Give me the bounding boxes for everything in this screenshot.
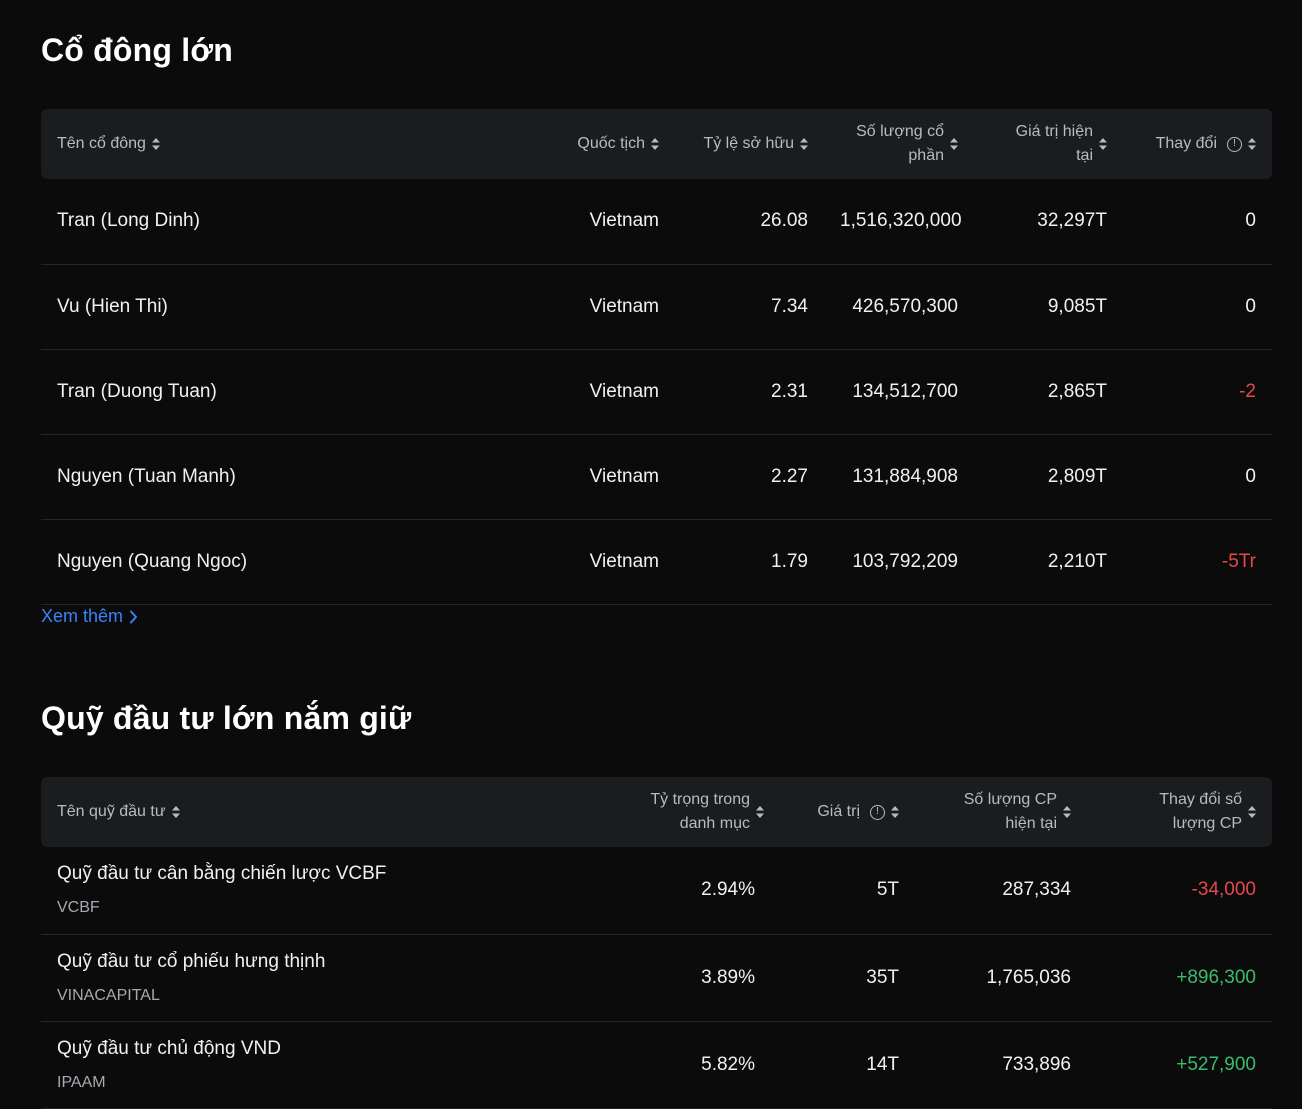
change-value: -2 bbox=[1239, 380, 1256, 402]
fund-manager: IPAAM bbox=[57, 1073, 106, 1091]
fund-cell: Quỹ đầu tư chủ động VND IPAAM bbox=[41, 1021, 614, 1108]
sort-icon bbox=[950, 138, 958, 150]
table-row[interactable]: Tran (Long Dinh) Vietnam 26.08 1,516,320… bbox=[41, 179, 1272, 264]
col-header-current-value[interactable]: Giá trị hiện tại bbox=[974, 109, 1123, 179]
fund-name: Quỹ đầu tư chủ động VND bbox=[57, 1037, 281, 1059]
portfolio-weight: 3.89% bbox=[701, 966, 755, 988]
col-header-nationality[interactable]: Quốc tịch bbox=[537, 109, 675, 179]
info-icon[interactable]: ! bbox=[870, 804, 885, 820]
col-header-fund-value[interactable]: Giá trị! bbox=[771, 777, 915, 847]
sort-icon bbox=[756, 806, 764, 818]
nationality: Vietnam bbox=[589, 295, 659, 317]
shareholder-name: Vu (Hien Thi) bbox=[57, 295, 168, 317]
see-more-link[interactable]: Xem thêm bbox=[41, 606, 138, 627]
col-header-shares-change[interactable]: Thay đổi số lượng CP bbox=[1087, 777, 1272, 847]
change-value: 0 bbox=[1245, 210, 1256, 232]
nationality: Vietnam bbox=[589, 465, 659, 487]
table-row[interactable]: Quỹ đầu tư cân bằng chiến lược VCBF VCBF… bbox=[41, 847, 1272, 934]
share-count: 103,792,209 bbox=[852, 550, 958, 572]
shareholders-table: Tên cổ đông Quốc tịch Tỷ lệ sở hữu Số lư… bbox=[41, 109, 1272, 605]
share-count: 131,884,908 bbox=[852, 465, 958, 487]
change-value: 0 bbox=[1245, 295, 1256, 317]
sort-icon bbox=[1248, 806, 1256, 818]
change-value: 0 bbox=[1245, 465, 1256, 487]
table-row[interactable]: Tran (Duong Tuan) Vietnam 2.31 134,512,7… bbox=[41, 349, 1272, 434]
sort-icon bbox=[891, 806, 899, 818]
share-count: 1,516,320,000 bbox=[840, 210, 962, 232]
fund-name: Quỹ đầu tư cổ phiếu hưng thịnh bbox=[57, 950, 326, 972]
portfolio-weight: 2.94% bbox=[701, 879, 755, 901]
change-value: -5Tr bbox=[1221, 550, 1256, 572]
portfolio-weight: 5.82% bbox=[701, 1053, 755, 1075]
share-count: 426,570,300 bbox=[852, 295, 958, 317]
sort-icon bbox=[1099, 138, 1107, 150]
sort-icon bbox=[800, 138, 808, 150]
fund-cell: Quỹ đầu tư cổ phiếu hưng thịnh VINACAPIT… bbox=[41, 934, 614, 1021]
fund-manager: VCBF bbox=[57, 899, 100, 917]
col-header-portfolio-weight[interactable]: Tỷ trọng trong danh mục bbox=[614, 777, 771, 847]
shareholders-title: Cổ đông lớn bbox=[41, 32, 234, 68]
funds-header-row: Tên quỹ đầu tư Tỷ trọng trong danh mục G… bbox=[41, 777, 1272, 847]
ownership-ratio: 7.34 bbox=[771, 295, 808, 317]
current-shares: 733,896 bbox=[1002, 1053, 1071, 1075]
col-header-change[interactable]: Thay đổi! bbox=[1123, 109, 1272, 179]
current-value: 2,865T bbox=[1047, 380, 1107, 402]
current-value: 9,085T bbox=[1047, 295, 1107, 317]
table-row[interactable]: Vu (Hien Thi) Vietnam 7.34 426,570,300 9… bbox=[41, 264, 1272, 349]
col-header-shareholder-name[interactable]: Tên cổ đông bbox=[41, 109, 537, 179]
table-row[interactable]: Quỹ đầu tư cổ phiếu hưng thịnh VINACAPIT… bbox=[41, 934, 1272, 1021]
sort-icon bbox=[171, 806, 180, 818]
current-value: 32,297T bbox=[1037, 210, 1107, 232]
share-count: 134,512,700 bbox=[852, 380, 958, 402]
ownership-ratio: 2.27 bbox=[771, 465, 808, 487]
ownership-ratio: 2.31 bbox=[771, 380, 808, 402]
table-row[interactable]: Nguyen (Tuan Manh) Vietnam 2.27 131,884,… bbox=[41, 434, 1272, 519]
shareholder-name: Nguyen (Quang Ngoc) bbox=[57, 550, 248, 572]
current-shares: 287,334 bbox=[1002, 879, 1071, 901]
info-icon[interactable]: ! bbox=[1227, 136, 1242, 152]
shares-change: +527,900 bbox=[1176, 1053, 1256, 1075]
col-header-share-count[interactable]: Số lượng cổ phần bbox=[824, 109, 974, 179]
ownership-ratio: 1.79 bbox=[771, 550, 808, 572]
table-row[interactable]: Nguyen (Quang Ngoc) Vietnam 1.79 103,792… bbox=[41, 519, 1272, 604]
fund-name: Quỹ đầu tư cân bằng chiến lược VCBF bbox=[57, 863, 387, 885]
chevron-right-icon bbox=[130, 610, 138, 623]
fund-value: 14T bbox=[866, 1053, 899, 1075]
current-value: 2,210T bbox=[1047, 550, 1107, 572]
col-header-fund-name[interactable]: Tên quỹ đầu tư bbox=[41, 777, 614, 847]
sort-icon bbox=[1248, 138, 1256, 150]
col-header-ownership-ratio[interactable]: Tỷ lệ sở hữu bbox=[675, 109, 824, 179]
nationality: Vietnam bbox=[589, 210, 659, 232]
nationality: Vietnam bbox=[589, 380, 659, 402]
sort-icon bbox=[651, 138, 659, 150]
current-shares: 1,765,036 bbox=[986, 966, 1071, 988]
funds-title: Quỹ đầu tư lớn nắm giữ bbox=[41, 700, 412, 736]
col-header-current-shares[interactable]: Số lượng CP hiện tại bbox=[915, 777, 1087, 847]
shareholder-name: Nguyen (Tuan Manh) bbox=[57, 465, 236, 487]
shares-change: -34,000 bbox=[1191, 879, 1256, 901]
fund-cell: Quỹ đầu tư cân bằng chiến lược VCBF VCBF bbox=[41, 847, 614, 934]
shareholders-header-row: Tên cổ đông Quốc tịch Tỷ lệ sở hữu Số lư… bbox=[41, 109, 1272, 179]
funds-table: Tên quỹ đầu tư Tỷ trọng trong danh mục G… bbox=[41, 777, 1272, 1109]
shareholder-name: Tran (Long Dinh) bbox=[57, 210, 200, 232]
fund-value: 5T bbox=[876, 879, 899, 901]
shareholder-name: Tran (Duong Tuan) bbox=[57, 380, 217, 402]
fund-manager: VINACAPITAL bbox=[57, 986, 160, 1004]
sort-icon bbox=[1063, 806, 1071, 818]
ownership-ratio: 26.08 bbox=[760, 210, 808, 232]
current-value: 2,809T bbox=[1047, 465, 1107, 487]
fund-value: 35T bbox=[866, 966, 899, 988]
shares-change: +896,300 bbox=[1176, 966, 1256, 988]
table-row[interactable]: Quỹ đầu tư chủ động VND IPAAM 5.82% 14T … bbox=[41, 1021, 1272, 1108]
sort-icon bbox=[151, 138, 160, 150]
nationality: Vietnam bbox=[589, 550, 659, 572]
